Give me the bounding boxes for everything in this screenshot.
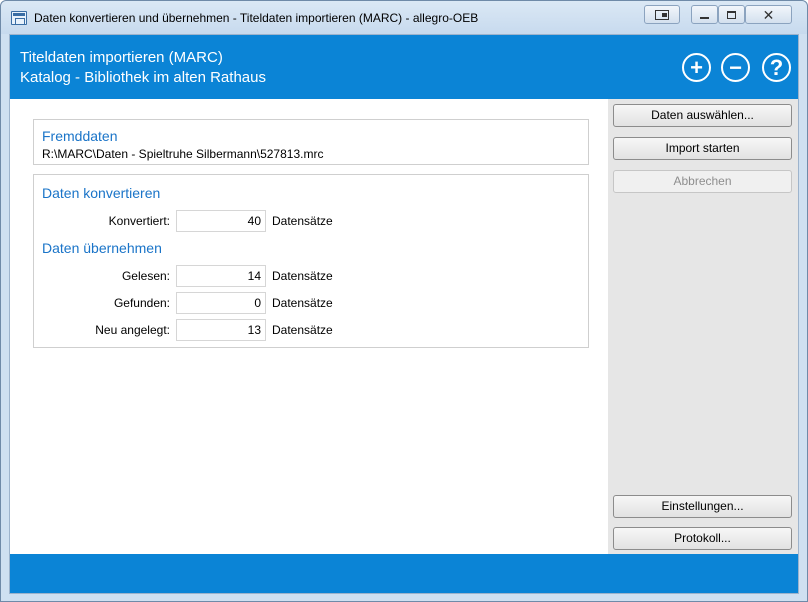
- header-bar: Titeldaten importieren (MARC) Katalog - …: [10, 35, 798, 99]
- restore-down-button[interactable]: [644, 5, 680, 24]
- gelesen-unit: Datensätze: [272, 269, 333, 283]
- help-icon[interactable]: ?: [762, 53, 791, 82]
- gelesen-value: 14: [176, 265, 266, 287]
- close-button[interactable]: ✕: [745, 5, 792, 24]
- plus-icon[interactable]: +: [682, 53, 711, 82]
- header-subtitle: Katalog - Bibliothek im alten Rathaus: [20, 69, 266, 86]
- minus-icon[interactable]: −: [721, 53, 750, 82]
- title-bar[interactable]: Daten konvertieren und übernehmen - Tite…: [1, 1, 807, 34]
- restore-down-icon: [655, 9, 669, 20]
- fremddaten-group: Fremddaten R:\MARC\Daten - Spieltruhe Si…: [33, 119, 589, 165]
- neu-angelegt-unit: Datensätze: [272, 323, 333, 337]
- footer-bar: [10, 554, 798, 593]
- settings-button[interactable]: Einstellungen...: [613, 495, 792, 518]
- minimize-icon: [700, 16, 709, 19]
- maximize-icon: [727, 10, 736, 19]
- konvertieren-heading: Daten konvertieren: [42, 185, 161, 201]
- client-area: Titeldaten importieren (MARC) Katalog - …: [9, 34, 799, 594]
- konvertiert-unit: Datensätze: [272, 214, 333, 228]
- konvertiert-label: Konvertiert:: [108, 214, 170, 228]
- gefunden-label: Gefunden:: [113, 296, 170, 310]
- gelesen-label: Gelesen:: [121, 269, 170, 283]
- application-window: Daten konvertieren und übernehmen - Tite…: [0, 0, 808, 602]
- konvertiert-value: 40: [176, 210, 266, 232]
- cancel-button[interactable]: Abbrechen: [613, 170, 792, 193]
- maximize-button[interactable]: [718, 5, 745, 24]
- log-button[interactable]: Protokoll...: [613, 527, 792, 550]
- source-file-path: R:\MARC\Daten - Spieltruhe Silbermann\52…: [42, 147, 324, 161]
- neu-angelegt-label: Neu angelegt:: [95, 323, 170, 337]
- gefunden-unit: Datensätze: [272, 296, 333, 310]
- fremddaten-heading: Fremddaten: [42, 128, 118, 144]
- start-import-button[interactable]: Import starten: [613, 137, 792, 160]
- daten-group: Daten konvertieren Konvertiert: 40 Daten…: [33, 174, 589, 348]
- app-icon: [11, 11, 27, 25]
- window-title: Daten konvertieren und übernehmen - Tite…: [34, 11, 479, 25]
- main-panel: Fremddaten R:\MARC\Daten - Spieltruhe Si…: [10, 99, 608, 554]
- select-data-button[interactable]: Daten auswählen...: [613, 104, 792, 127]
- close-icon: ✕: [762, 6, 775, 23]
- header-title: Titeldaten importieren (MARC): [20, 49, 223, 66]
- uebernehmen-heading: Daten übernehmen: [42, 240, 162, 256]
- neu-angelegt-value: 13: [176, 319, 266, 341]
- minimize-button[interactable]: [691, 5, 718, 24]
- action-sidebar: Daten auswählen... Import starten Abbrec…: [608, 99, 798, 554]
- gefunden-value: 0: [176, 292, 266, 314]
